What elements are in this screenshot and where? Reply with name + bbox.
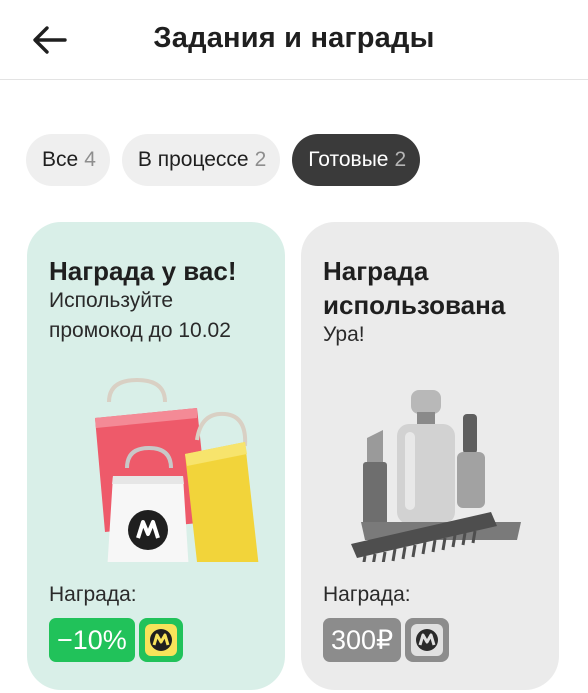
reward-label: Награда: <box>323 583 411 606</box>
tab-label: В процессе <box>137 148 249 171</box>
reward-row: −10% <box>49 618 183 662</box>
tab-completed[interactable]: Готовые 2 <box>292 134 421 186</box>
reward-card-active[interactable]: Награда у вас! Используйте промокод до 1… <box>27 222 285 690</box>
cosmetics-illustration <box>351 390 521 562</box>
tab-label: Все <box>42 148 79 171</box>
card-title: Награда у вас! <box>49 256 237 286</box>
filter-tabs: Все 4 В процессе 2 Готовые 2 <box>26 134 421 186</box>
market-logo-icon <box>138 618 183 662</box>
card-subtitle: Ура! <box>323 323 365 346</box>
tab-count: 2 <box>394 148 407 171</box>
reward-value: −10% <box>49 618 135 662</box>
tab-count: 4 <box>84 148 96 171</box>
reward-value: 300₽ <box>323 618 402 662</box>
card-subtitle: Используйте промокод до 10.02 <box>49 289 231 342</box>
tab-all[interactable]: Все 4 <box>26 134 110 186</box>
tab-label: Готовые <box>308 148 389 171</box>
shopping-bags-illustration <box>95 377 259 562</box>
top-bar: Задания и награды <box>0 0 588 80</box>
market-logo-icon <box>405 618 450 662</box>
card-title: Награда использована <box>323 256 506 320</box>
tab-in-progress[interactable]: В процессе 2 <box>121 134 281 186</box>
reward-row: 300₽ <box>323 618 450 662</box>
page-title: Задания и награды <box>153 22 435 54</box>
tab-count: 2 <box>254 148 267 171</box>
reward-card-used[interactable]: Награда использована Ура! Награда: 300₽ <box>301 222 559 690</box>
reward-label: Награда: <box>49 583 137 606</box>
